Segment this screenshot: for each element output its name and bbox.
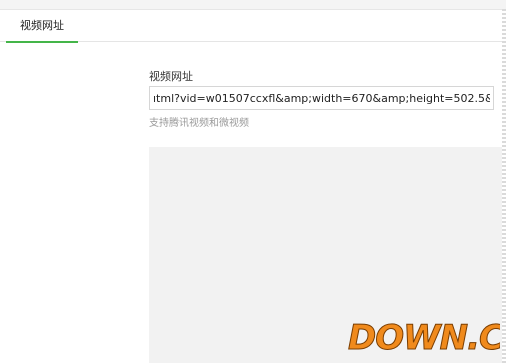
page-edge	[502, 9, 506, 363]
active-tab-indicator	[6, 41, 78, 43]
video-url-field-label: 视频网址	[149, 70, 193, 83]
tab-video-url[interactable]: 视频网址	[6, 10, 78, 43]
top-strip	[0, 0, 506, 10]
tab-bar: 视频网址	[0, 10, 506, 43]
video-url-input[interactable]	[149, 86, 494, 110]
tab-video-url-label: 视频网址	[20, 19, 64, 32]
video-url-hint: 支持腾讯视频和微视频	[149, 118, 249, 129]
watermark-text: DOWN.CC	[348, 318, 500, 358]
down-cc-watermark-logo: DOWN.CC	[348, 318, 501, 359]
